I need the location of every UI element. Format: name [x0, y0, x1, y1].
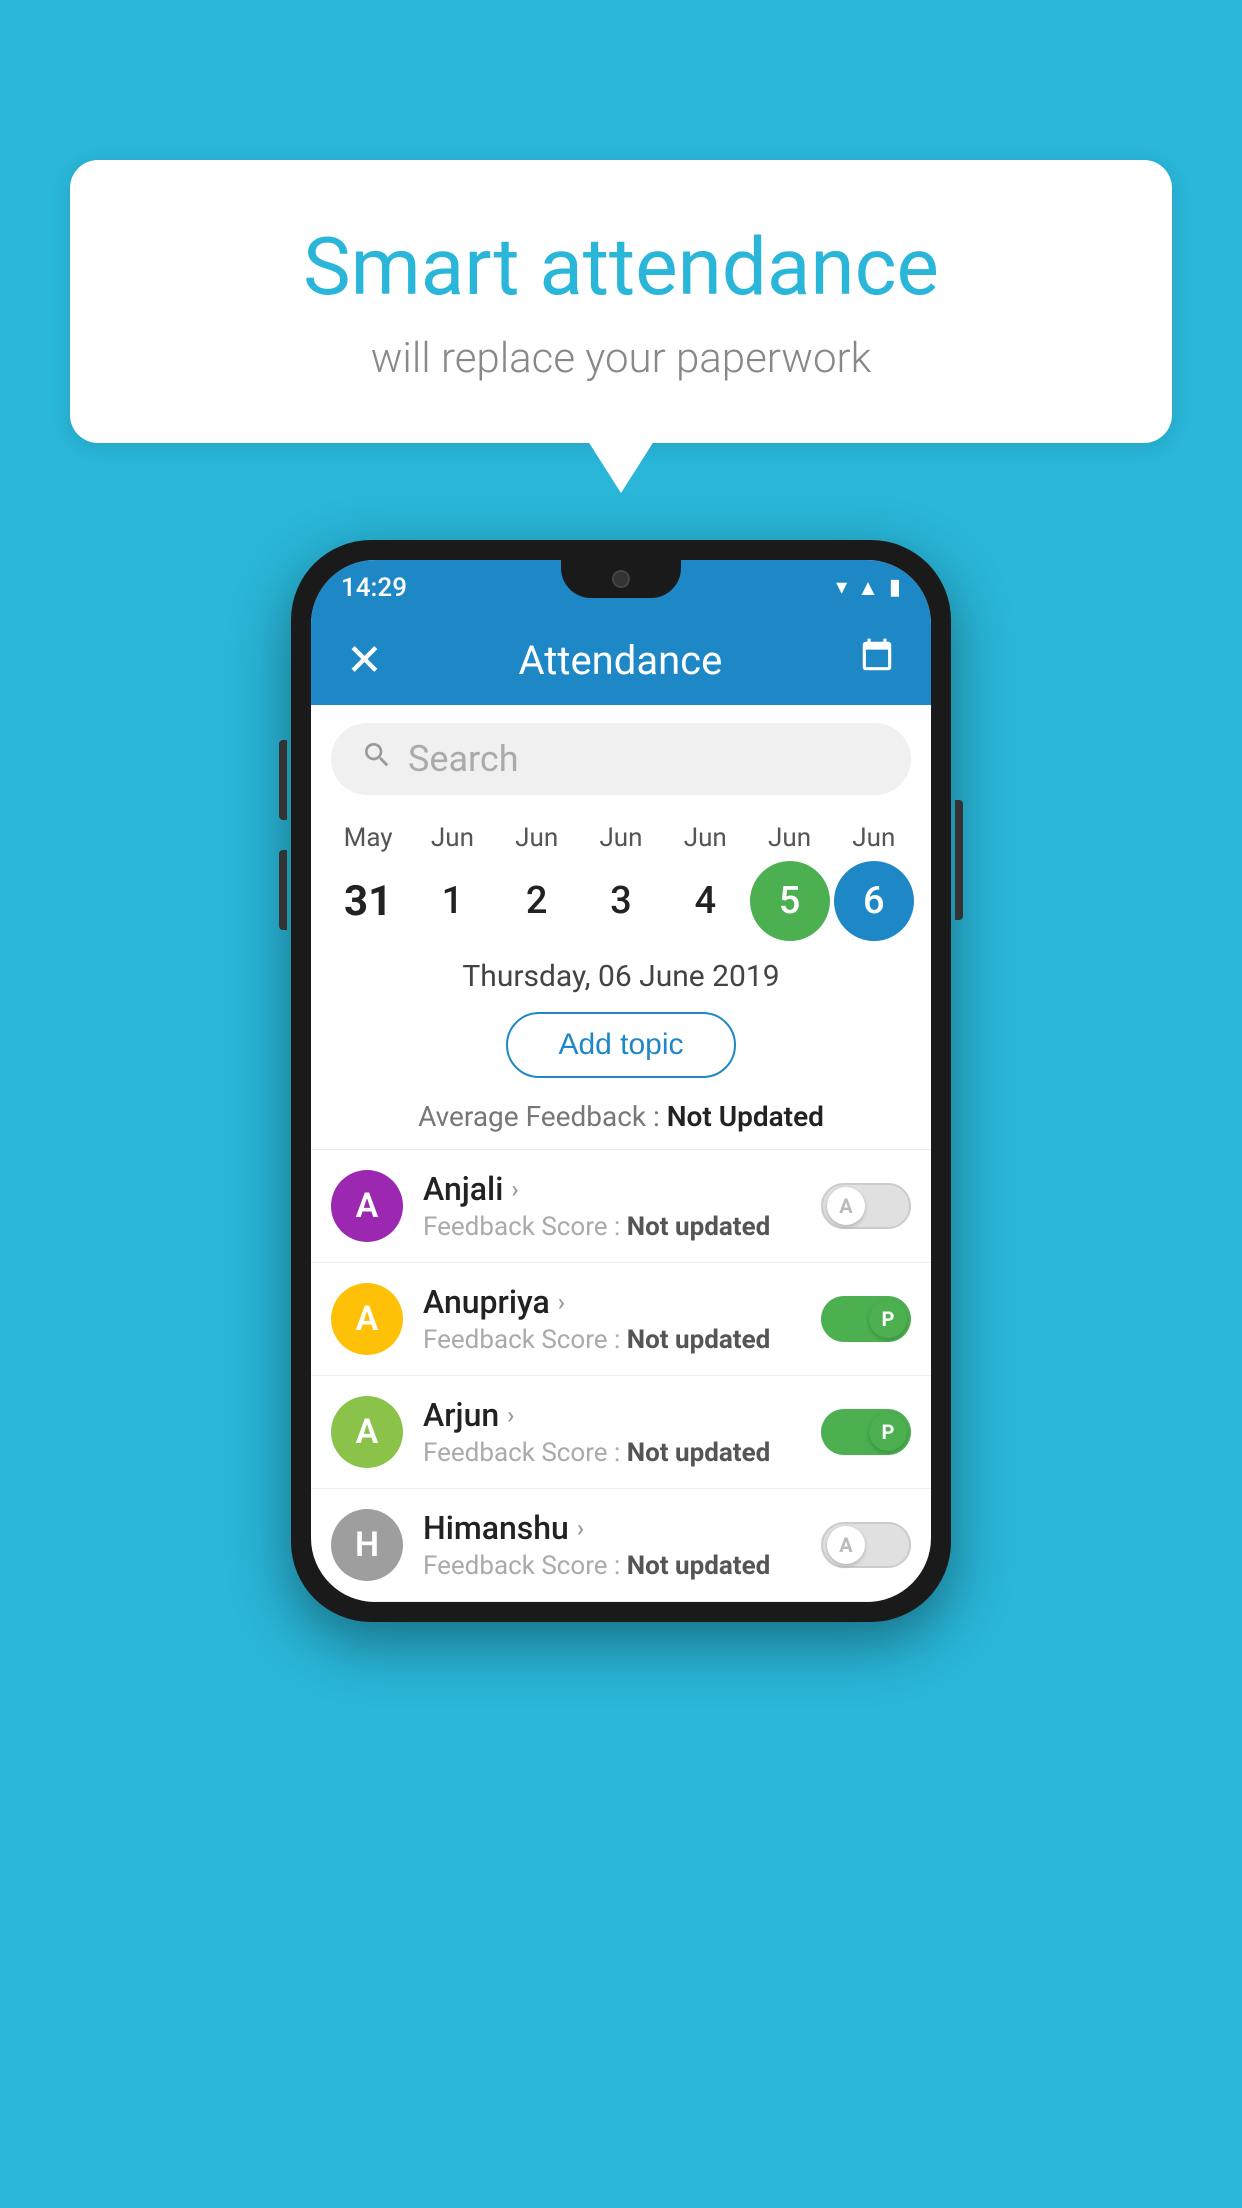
student-item-anupriya: A Anupriya › Feedback Score : Not update…	[311, 1263, 931, 1376]
student-name-anjali[interactable]: Anjali ›	[423, 1170, 821, 1208]
toggle-knob-anupriya: P	[869, 1300, 907, 1338]
search-bar[interactable]: Search	[331, 723, 911, 795]
calendar-day-4[interactable]: 4	[665, 861, 745, 941]
speech-bubble: Smart attendance will replace your paper…	[70, 160, 1172, 443]
phone-button-vol-down	[279, 850, 287, 930]
student-info-himanshu: Himanshu › Feedback Score : Not updated	[423, 1509, 821, 1581]
avatar-himanshu: H	[331, 1509, 403, 1581]
month-6: Jun	[834, 823, 914, 853]
avg-feedback-label: Average Feedback :	[418, 1100, 667, 1133]
calendar-day-2[interactable]: 2	[497, 861, 577, 941]
battery-icon: ▮	[889, 575, 901, 600]
avatar-anupriya: A	[331, 1283, 403, 1355]
chevron-anjali: ›	[511, 1175, 518, 1203]
calendar-months: May Jun Jun Jun Jun Jun Jun	[326, 823, 916, 853]
phone-container: 14:29 ▾ ▲ ▮ ✕ Attendance	[291, 540, 951, 1622]
avg-feedback-value: Not Updated	[667, 1100, 824, 1133]
avatar-anjali: A	[331, 1170, 403, 1242]
add-topic-button[interactable]: Add topic	[506, 1012, 735, 1078]
phone-button-vol-up	[279, 740, 287, 820]
status-icons: ▾ ▲ ▮	[836, 575, 901, 601]
toggle-knob-himanshu: A	[827, 1526, 865, 1564]
app-header: ✕ Attendance	[311, 615, 931, 705]
calendar-day-5-today[interactable]: 5	[750, 861, 830, 941]
notch-camera	[612, 570, 630, 588]
student-list: A Anjali › Feedback Score : Not updated …	[311, 1149, 931, 1602]
student-feedback-anjali: Feedback Score : Not updated	[423, 1212, 821, 1242]
close-button[interactable]: ✕	[346, 638, 383, 682]
search-icon	[361, 739, 393, 780]
speech-bubble-subtitle: will replace your paperwork	[150, 334, 1092, 383]
toggle-knob-anjali: A	[827, 1187, 865, 1225]
wifi-icon: ▾	[836, 575, 847, 600]
month-5: Jun	[750, 823, 830, 853]
chevron-arjun: ›	[507, 1401, 514, 1429]
student-item-anjali: A Anjali › Feedback Score : Not updated …	[311, 1150, 931, 1263]
calendar-day-6-selected[interactable]: 6	[834, 861, 914, 941]
month-3: Jun	[581, 823, 661, 853]
student-feedback-arjun: Feedback Score : Not updated	[423, 1438, 821, 1468]
student-feedback-anupriya: Feedback Score : Not updated	[423, 1325, 821, 1355]
chevron-himanshu: ›	[577, 1514, 584, 1542]
speech-bubble-title: Smart attendance	[150, 220, 1092, 314]
student-info-anjali: Anjali › Feedback Score : Not updated	[423, 1170, 821, 1242]
month-0: May	[328, 823, 408, 853]
calendar-day-3[interactable]: 3	[581, 861, 661, 941]
toggle-knob-arjun: P	[869, 1413, 907, 1451]
student-name-anupriya[interactable]: Anupriya ›	[423, 1283, 821, 1321]
toggle-anupriya[interactable]: P	[821, 1296, 911, 1342]
student-info-anupriya: Anupriya › Feedback Score : Not updated	[423, 1283, 821, 1355]
speech-bubble-container: Smart attendance will replace your paper…	[70, 160, 1172, 443]
month-2: Jun	[497, 823, 577, 853]
avatar-arjun: A	[331, 1396, 403, 1468]
avg-feedback: Average Feedback : Not Updated	[311, 1100, 931, 1133]
toggle-arjun[interactable]: P	[821, 1409, 911, 1455]
phone-outer: 14:29 ▾ ▲ ▮ ✕ Attendance	[291, 540, 951, 1622]
month-1: Jun	[412, 823, 492, 853]
phone-screen: 14:29 ▾ ▲ ▮ ✕ Attendance	[311, 560, 931, 1602]
student-name-arjun[interactable]: Arjun ›	[423, 1396, 821, 1434]
calendar-section: May Jun Jun Jun Jun Jun Jun 31 1 2 3 4 5…	[311, 813, 931, 941]
phone-button-power	[955, 800, 963, 920]
signal-icon: ▲	[857, 575, 879, 601]
status-time: 14:29	[341, 573, 407, 603]
calendar-day-31[interactable]: 31	[328, 861, 408, 941]
chevron-anupriya: ›	[558, 1288, 565, 1316]
calendar-icon[interactable]	[858, 637, 896, 684]
toggle-anjali[interactable]: A	[821, 1183, 911, 1229]
student-name-himanshu[interactable]: Himanshu ›	[423, 1509, 821, 1547]
selected-date-label: Thursday, 06 June 2019	[311, 959, 931, 994]
notch	[561, 560, 681, 598]
student-item-arjun: A Arjun › Feedback Score : Not updated P	[311, 1376, 931, 1489]
status-bar: 14:29 ▾ ▲ ▮	[311, 560, 931, 615]
header-title: Attendance	[519, 637, 723, 684]
student-info-arjun: Arjun › Feedback Score : Not updated	[423, 1396, 821, 1468]
month-4: Jun	[665, 823, 745, 853]
student-feedback-himanshu: Feedback Score : Not updated	[423, 1551, 821, 1581]
calendar-days: 31 1 2 3 4 5 6	[326, 861, 916, 941]
student-item-himanshu: H Himanshu › Feedback Score : Not update…	[311, 1489, 931, 1602]
calendar-day-1[interactable]: 1	[412, 861, 492, 941]
search-placeholder: Search	[408, 738, 519, 780]
toggle-himanshu[interactable]: A	[821, 1522, 911, 1568]
